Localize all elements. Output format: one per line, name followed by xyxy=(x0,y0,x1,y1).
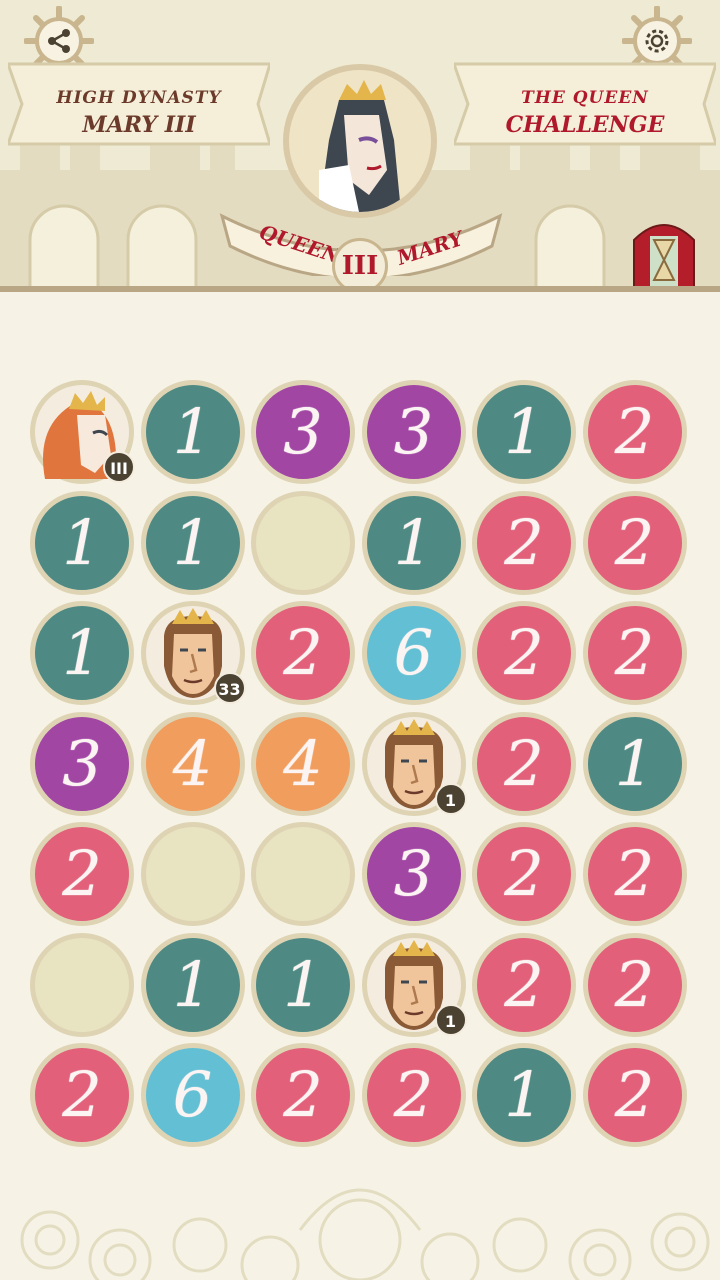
board-cell-3[interactable]: 3 xyxy=(361,822,466,926)
board-cell-3[interactable]: 3 xyxy=(30,711,134,816)
cell-number: 2 xyxy=(283,616,323,689)
cell-number: 2 xyxy=(614,395,655,468)
board-cell-empty[interactable] xyxy=(251,490,355,595)
board-cell-2[interactable]: 2 xyxy=(582,380,687,484)
board-cell-2[interactable]: 2 xyxy=(472,711,576,816)
cell-number: 1 xyxy=(62,505,102,579)
board-cell-2[interactable]: 2 xyxy=(30,822,134,926)
queen-piece[interactable]: III xyxy=(30,380,135,484)
cell-number: 1 xyxy=(504,395,544,468)
board-cell-2[interactable]: 2 xyxy=(472,601,576,705)
board-cell-1[interactable]: 1 xyxy=(251,932,355,1037)
board-cell-1[interactable]: 1 xyxy=(30,601,134,705)
cell-number: 1 xyxy=(393,505,434,579)
board-cell-2[interactable]: 2 xyxy=(472,932,576,1037)
queen-portrait xyxy=(283,64,437,218)
cell-number: 2 xyxy=(62,1058,102,1131)
cell-number: 1 xyxy=(172,395,213,468)
queen-piece-count-badge: III xyxy=(103,451,135,483)
dynasty-label: HIGH DYNASTY xyxy=(56,88,222,108)
board-cell-2[interactable]: 2 xyxy=(30,1043,134,1147)
board-cell-2[interactable]: 2 xyxy=(582,822,687,926)
cell-number: 3 xyxy=(393,395,434,468)
board-cell-1[interactable]: 1 xyxy=(361,490,466,595)
header-divider xyxy=(0,286,720,292)
board-cell-4[interactable]: 4 xyxy=(140,711,245,816)
hourglass-icon xyxy=(633,224,695,289)
cell-number: 3 xyxy=(283,395,323,468)
cell-number: 1 xyxy=(172,505,213,579)
dynasty-name: MARY III xyxy=(82,112,196,138)
king-piece-count-badge: 1 xyxy=(434,782,467,815)
cell-number: 2 xyxy=(504,505,544,579)
cell-number: 2 xyxy=(504,947,544,1021)
board-cell-4[interactable]: 4 xyxy=(251,711,355,816)
king-piece[interactable]: 1 xyxy=(361,711,467,816)
board-cell-1[interactable]: 1 xyxy=(140,932,245,1037)
level-medal: III xyxy=(332,238,388,292)
cell-number: 2 xyxy=(614,837,655,910)
challenge-title: CHALLENGE xyxy=(505,112,665,138)
board-cell-2[interactable]: 2 xyxy=(251,1043,355,1147)
cell-number: 1 xyxy=(62,616,102,689)
board-cell-3[interactable]: 3 xyxy=(251,380,355,484)
cell-number: 1 xyxy=(172,947,213,1021)
rose-footer-decoration xyxy=(20,1188,710,1280)
board-cell-3[interactable]: 3 xyxy=(361,380,466,484)
cell-number: 1 xyxy=(614,726,655,800)
challenge-label: THE QUEEN xyxy=(521,88,649,108)
cell-number: 2 xyxy=(283,1058,323,1131)
board-cell-empty[interactable] xyxy=(140,822,245,926)
board-cell-1[interactable]: 1 xyxy=(472,380,576,484)
board-cell-2[interactable]: 2 xyxy=(582,1043,687,1147)
board-cell-1[interactable]: 1 xyxy=(140,490,245,595)
cell-number: 3 xyxy=(62,726,102,800)
cell-number: 2 xyxy=(62,837,102,910)
board-cell-2[interactable]: 2 xyxy=(582,490,687,595)
king-piece-count-badge: 33 xyxy=(213,672,246,704)
cell-number: 6 xyxy=(393,616,434,689)
board-cell-2[interactable]: 2 xyxy=(251,601,355,705)
board-cell-1[interactable]: 1 xyxy=(582,711,687,816)
cell-number: 2 xyxy=(614,1058,655,1131)
cell-number: 4 xyxy=(172,726,213,800)
cell-number: 2 xyxy=(614,616,655,689)
cell-number: 2 xyxy=(614,947,655,1021)
board-cell-6[interactable]: 6 xyxy=(361,601,466,705)
cell-number: 1 xyxy=(504,1058,544,1131)
board-cell-1[interactable]: 1 xyxy=(30,490,134,595)
board-cell-empty[interactable] xyxy=(251,822,355,926)
cell-number: 2 xyxy=(504,616,544,689)
left-banner: HIGH DYNASTY MARY III xyxy=(8,60,270,150)
king-piece[interactable]: 1 xyxy=(361,932,467,1037)
board-cell-2[interactable]: 2 xyxy=(472,822,576,926)
board-cell-2[interactable]: 2 xyxy=(582,932,687,1037)
board-cell-6[interactable]: 6 xyxy=(140,1043,245,1147)
king-piece[interactable]: 33 xyxy=(140,601,246,705)
cell-number: 2 xyxy=(504,726,544,800)
cell-number: 4 xyxy=(283,726,323,800)
right-banner: THE QUEEN CHALLENGE xyxy=(454,60,716,150)
board-cell-2[interactable]: 2 xyxy=(361,1043,466,1147)
cell-number: 2 xyxy=(504,837,544,910)
board-cell-2[interactable]: 2 xyxy=(472,490,576,595)
timer-button[interactable] xyxy=(632,216,696,289)
cell-number: 6 xyxy=(172,1058,213,1131)
header: HIGH DYNASTY MARY III THE QUEEN CHALLENG… xyxy=(0,0,720,292)
cell-number: 2 xyxy=(393,1058,434,1131)
board-cell-empty[interactable] xyxy=(30,932,134,1037)
board-cell-1[interactable]: 1 xyxy=(140,380,245,484)
board-cell-2[interactable]: 2 xyxy=(582,601,687,705)
cell-number: 1 xyxy=(283,947,323,1021)
queen-face-icon xyxy=(319,80,401,212)
king-piece-count-badge: 1 xyxy=(434,1003,467,1036)
cell-number: 3 xyxy=(393,837,434,910)
cell-number: 2 xyxy=(614,505,655,579)
board-cell-1[interactable]: 1 xyxy=(472,1043,576,1147)
